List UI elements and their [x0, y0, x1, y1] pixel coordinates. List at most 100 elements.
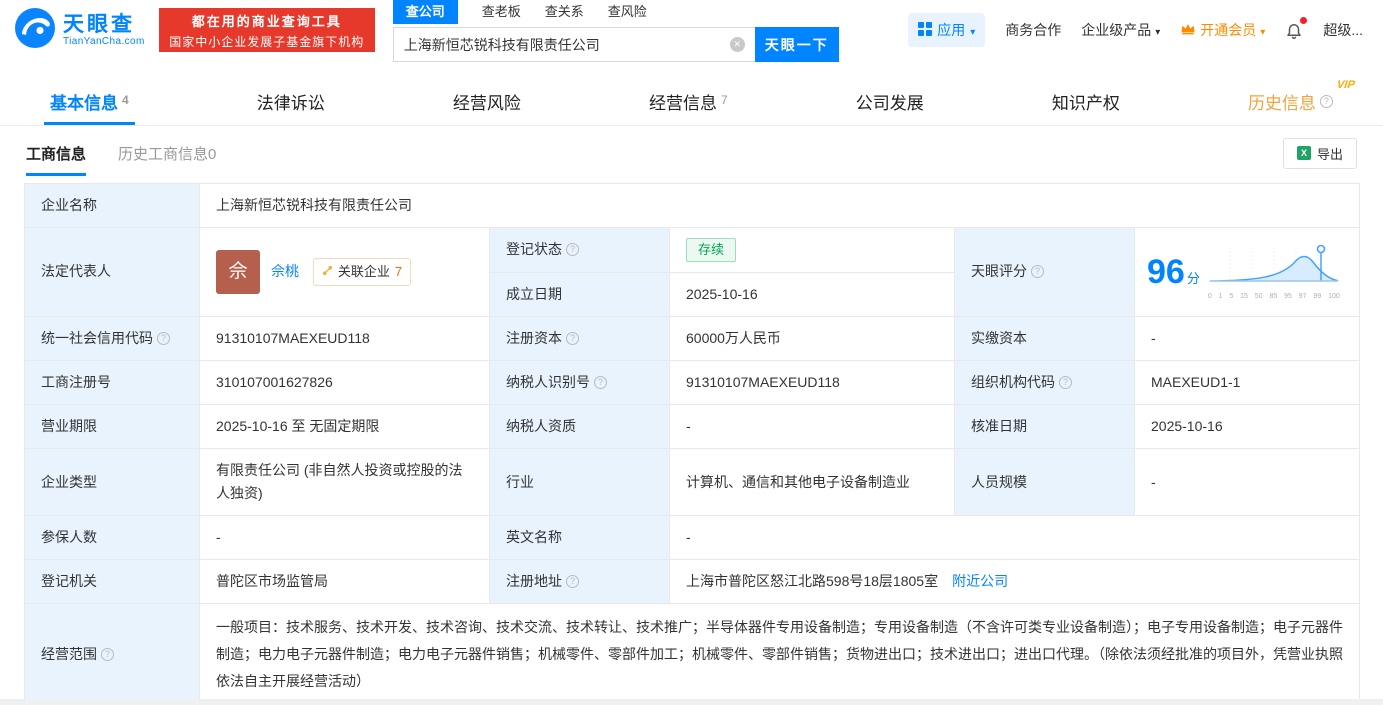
score-tick: 50	[1254, 293, 1263, 301]
user-menu[interactable]: 超级...	[1323, 20, 1363, 40]
nav-enterprise-products[interactable]: 企业级产品	[1081, 20, 1160, 40]
nav-business-cooperation[interactable]: 商务合作	[1005, 20, 1061, 40]
clear-search-icon[interactable]	[729, 37, 745, 52]
table-row: 企业名称 上海新恒芯锐科技有限责任公司	[24, 182, 1361, 229]
value-legal-rep: 佘 佘桃 关联企业 7	[199, 227, 490, 317]
enterprise-label: 企业级产品	[1081, 22, 1152, 38]
reg-address-text: 上海市普陀区怒江北路598号18层1805室	[686, 573, 939, 590]
tab-basic-info[interactable]: 基本信息 4	[40, 77, 139, 125]
value-reg-capital: 60000万人民币	[669, 315, 955, 361]
score-tick: 97	[1298, 293, 1307, 301]
label-reg-capital: 注册资本	[489, 315, 670, 361]
nearby-companies-link[interactable]: 附近公司	[952, 573, 1008, 589]
tab-operating-risk[interactable]: 经营风险	[443, 77, 531, 125]
notification-bell-icon[interactable]	[1285, 17, 1308, 40]
brand-name: 天眼查	[63, 12, 135, 36]
tab-operating-info[interactable]: 经营信息 7	[639, 77, 738, 125]
help-icon[interactable]	[566, 331, 579, 345]
tab-label: 经营风险	[452, 93, 521, 113]
value-score: 96 分 0 1 5 15 50 85 95 97 99 100	[1133, 227, 1361, 317]
legal-rep-avatar[interactable]: 佘	[216, 249, 260, 294]
table-row: 统一社会信用代码 91310107MAEXEUD118 注册资本 60000万人…	[24, 315, 1361, 361]
related-companies-badge[interactable]: 关联企业 7	[312, 258, 412, 286]
value-taxpayer-id: 91310107MAEXEUD118	[669, 359, 955, 405]
search-button[interactable]: 天眼一下	[754, 27, 839, 62]
help-icon[interactable]	[566, 575, 579, 589]
header-nav: 应用 商务合作 企业级产品 开通会员 超级...	[908, 13, 1369, 47]
score-tick: 95	[1284, 293, 1292, 301]
score-tick: 0	[1207, 293, 1212, 301]
help-icon[interactable]	[157, 331, 170, 345]
label-legal-rep: 法定代表人	[24, 227, 200, 317]
label-business-scope: 经营范围	[24, 603, 200, 705]
score-tick: 85	[1269, 293, 1278, 301]
table-row: 登记机关 普陀区市场监管局 注册地址 上海市普陀区怒江北路598号18层1805…	[24, 559, 1361, 605]
search-tab-boss[interactable]: 查老板	[482, 1, 521, 20]
search-tabs: 查公司 查老板 查关系 查风险	[392, 0, 839, 24]
label-reg-address: 注册地址	[489, 559, 670, 605]
label-insured-count: 参保人数	[24, 515, 200, 561]
tab-label: 基本信息	[50, 93, 118, 113]
score-tick: 1	[1218, 293, 1223, 301]
tianyancha-logo[interactable]: 天眼查 TianYanCha.com	[14, 7, 145, 54]
value-credit-code: 91310107MAEXEUD118	[199, 315, 490, 361]
search-tab-company[interactable]: 查公司	[392, 0, 458, 24]
tab-intellectual-property[interactable]: 知识产权	[1042, 77, 1130, 125]
label-staff-size: 人员规模	[954, 447, 1135, 517]
tab-label: 知识产权	[1051, 93, 1120, 113]
tianyancha-logo-icon	[14, 7, 56, 54]
label-company-type: 企业类型	[24, 447, 200, 517]
export-button[interactable]: 导出	[1282, 137, 1357, 169]
chevron-down-icon	[1155, 22, 1160, 38]
value-industry: 计算机、通信和其他电子设备制造业	[669, 447, 955, 517]
help-icon[interactable]	[101, 647, 114, 661]
tab-label: 经营信息	[648, 93, 717, 113]
label-score: 天眼评分	[954, 227, 1135, 317]
label-company-name: 企业名称	[24, 182, 200, 229]
label-establish-date: 成立日期	[489, 271, 670, 317]
tab-company-development[interactable]: 公司发展	[846, 77, 934, 125]
help-icon[interactable]	[566, 243, 579, 257]
value-reg-number: 310107001627826	[199, 359, 490, 405]
subtab-history-business-info[interactable]: 历史工商信息0	[118, 143, 216, 164]
label-industry: 行业	[489, 447, 670, 517]
tab-history-info[interactable]: VIP 历史信息	[1238, 77, 1356, 125]
apps-button[interactable]: 应用	[908, 13, 986, 47]
value-reg-address: 上海市普陀区怒江北路598号18层1805室 附近公司	[668, 559, 1361, 605]
score-value: 96 分	[1147, 252, 1200, 291]
score-axis-ticks: 0 1 5 15 50 85 95 97 99 100	[1208, 293, 1340, 300]
value-establish-date: 2025-10-16	[669, 271, 955, 317]
apps-label: 应用	[937, 22, 966, 38]
open-vip-button[interactable]: 开通会员	[1180, 20, 1265, 40]
subtab-business-info[interactable]: 工商信息	[26, 143, 87, 176]
brand-domain: TianYanCha.com	[63, 36, 145, 48]
help-icon[interactable]	[1059, 375, 1072, 389]
apps-grid-icon	[918, 21, 933, 39]
help-icon[interactable]	[594, 375, 607, 389]
table-row: 参保人数 - 英文名称 -	[24, 515, 1361, 561]
search-block: 查公司 查老板 查关系 查风险 天眼一下	[392, 0, 839, 62]
legal-rep-link[interactable]: 佘桃	[271, 263, 299, 279]
promo-line1: 都在用的商业查询工具	[191, 13, 342, 29]
search-tab-risk[interactable]: 查风险	[608, 1, 647, 20]
related-companies-icon	[322, 261, 333, 282]
promo-line2: 国家中小企业发展子基金旗下机构	[169, 34, 365, 49]
value-reg-authority: 普陀区市场监管局	[199, 559, 490, 605]
tab-count: 4	[122, 93, 129, 107]
value-org-code: MAEXEUD1-1	[1133, 359, 1361, 405]
search-tab-relation[interactable]: 查关系	[545, 1, 584, 20]
info-icon[interactable]	[1319, 94, 1333, 108]
help-icon[interactable]	[1031, 265, 1044, 279]
value-company-name: 上海新恒芯锐科技有限责任公司	[198, 182, 1361, 229]
crown-icon	[1180, 22, 1196, 38]
label-business-term: 营业期限	[24, 403, 200, 449]
score-tick: 15	[1240, 293, 1248, 301]
footer-strip	[0, 699, 1383, 705]
tab-legal-proceedings[interactable]: 法律诉讼	[247, 77, 335, 125]
business-info-table: 企业名称 上海新恒芯锐科技有限责任公司 法定代表人 佘 佘桃 关联企业 7 登记…	[24, 182, 1361, 705]
search-input[interactable]	[392, 27, 755, 62]
label-taxpayer-quality: 纳税人资质	[489, 403, 670, 449]
label-approval-date: 核准日期	[954, 403, 1135, 449]
value-approval-date: 2025-10-16	[1133, 403, 1361, 449]
score-tick: 5	[1229, 293, 1234, 301]
